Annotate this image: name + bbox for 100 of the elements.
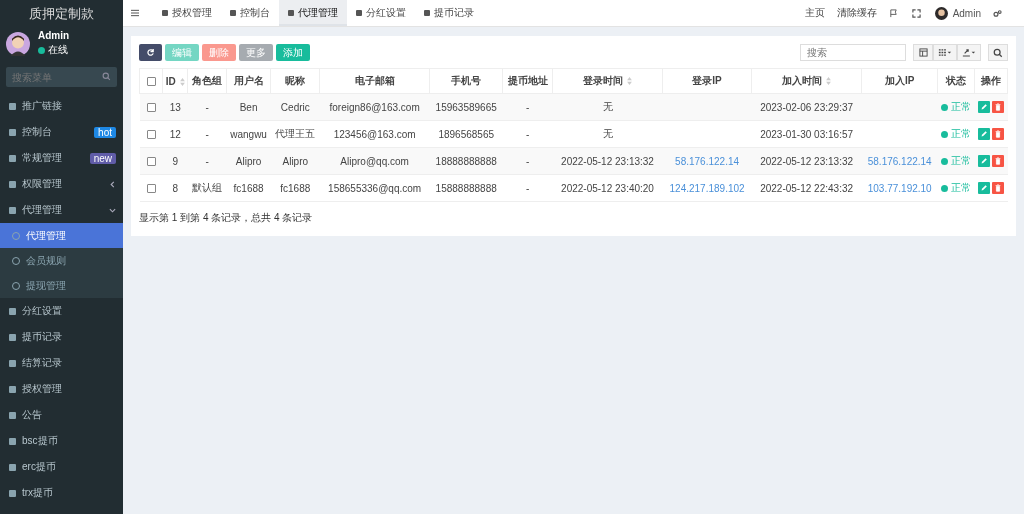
column-header[interactable]: 提币地址 xyxy=(502,68,553,94)
nav-tab[interactable]: 授权管理 xyxy=(153,0,221,26)
refresh-button[interactable] xyxy=(139,44,162,61)
sidebar-item[interactable]: 控制台 hot xyxy=(0,119,123,145)
table-cell: wangwu xyxy=(230,128,267,140)
columns-button[interactable] xyxy=(933,44,957,61)
table-cell: 代理王五 xyxy=(275,128,316,139)
table-cell: 无 xyxy=(602,101,613,112)
online-status: 在线 xyxy=(48,43,68,57)
avatar-icon[interactable] xyxy=(934,6,948,20)
menu-icon[interactable] xyxy=(131,9,139,17)
table-cell: 158655336@qq.com xyxy=(328,182,422,194)
table-cell: 13 xyxy=(169,101,181,113)
row-checkbox[interactable] xyxy=(146,130,156,140)
row-checkbox[interactable] xyxy=(146,157,156,167)
sidebar-item[interactable]: 代理管理 xyxy=(0,197,123,223)
sidebar-item[interactable]: erc提币 xyxy=(0,454,123,480)
table-cell: 2023-01-30 03:16:57 xyxy=(760,128,854,140)
gears-icon[interactable] xyxy=(993,8,1002,18)
column-header[interactable]: 加入IP xyxy=(861,68,938,94)
ip-link[interactable]: 124.217.189.102 xyxy=(669,182,745,194)
menu-icon xyxy=(9,307,16,315)
sidebar-item[interactable]: 常规管理 new xyxy=(0,145,123,171)
menu-icon xyxy=(9,385,16,393)
menu-icon xyxy=(9,102,16,110)
column-header[interactable]: 操作 xyxy=(974,68,1008,94)
sidebar-item[interactable]: 权限管理 xyxy=(0,171,123,197)
sidebar-item[interactable]: 推广链接 xyxy=(0,93,123,119)
table-cell: Ben xyxy=(239,101,258,113)
row-checkbox[interactable] xyxy=(146,103,156,113)
column-header[interactable]: 登录IP xyxy=(662,68,752,94)
search-field[interactable]: 搜索 xyxy=(800,44,906,61)
nav-tab[interactable]: 控制台 xyxy=(221,0,279,26)
edit-button[interactable] xyxy=(978,128,991,140)
edit-button[interactable] xyxy=(978,101,991,113)
column-header[interactable]: ID xyxy=(162,68,188,94)
sidebar-item[interactable]: trx提币 xyxy=(0,480,123,506)
top-link[interactable]: 清除缓存 xyxy=(836,6,877,20)
search-button[interactable] xyxy=(988,44,1008,61)
column-header[interactable]: 用户名 xyxy=(226,68,271,94)
select-all-checkbox[interactable] xyxy=(146,77,156,87)
sidebar-item[interactable]: 授权管理 xyxy=(0,376,123,402)
row-checkbox[interactable] xyxy=(146,184,156,194)
sidebar-subitem[interactable]: 代理管理 xyxy=(0,223,123,248)
nav-tab[interactable]: 分红设置 xyxy=(347,0,415,26)
table-cell: 默认组 xyxy=(192,182,223,193)
menu-icon xyxy=(9,154,16,162)
flag-icon[interactable] xyxy=(888,8,898,18)
export-button[interactable] xyxy=(957,44,981,61)
menu-badge: hot xyxy=(94,126,116,138)
sidebar-subitem[interactable]: 提现管理 xyxy=(0,273,123,298)
delete-button[interactable] xyxy=(992,182,1005,194)
top-link[interactable]: 主页 xyxy=(804,6,825,20)
delete-button[interactable] xyxy=(992,155,1005,167)
trash-icon xyxy=(994,157,1003,165)
status-label: 正常 xyxy=(951,100,972,114)
column-header[interactable]: 加入时间 xyxy=(751,68,862,94)
sidebar-subitem[interactable]: 会员规则 xyxy=(0,248,123,273)
table-cell: 15888888888 xyxy=(435,182,497,194)
sidebar-item[interactable]: 提币记录 xyxy=(0,324,123,350)
table-view-button[interactable] xyxy=(913,44,933,61)
table-cell: 1896568565 xyxy=(438,128,494,140)
column-header[interactable]: 角色组 xyxy=(187,68,227,94)
ip-link[interactable]: 103.77.192.10 xyxy=(867,182,932,194)
column-header[interactable]: 昵称 xyxy=(271,68,320,94)
delete-button[interactable] xyxy=(992,101,1005,113)
edit-button[interactable] xyxy=(978,182,991,194)
table-cell: - xyxy=(526,155,530,167)
sidebar-item[interactable]: 公告 xyxy=(0,402,123,428)
sidebar-item[interactable]: 分红设置 xyxy=(0,298,123,324)
avatar-icon xyxy=(6,31,30,56)
table-cell: Alipro@qq.com xyxy=(340,155,409,167)
pencil-icon xyxy=(980,130,989,138)
sidebar-item[interactable]: bsc提币 xyxy=(0,428,123,454)
table-cell: 15963589665 xyxy=(435,101,497,113)
column-header[interactable]: 状态 xyxy=(937,68,975,94)
menu-icon xyxy=(9,489,16,497)
table-cell: - xyxy=(205,101,209,113)
menu-icon xyxy=(9,359,16,367)
nav-tab[interactable]: 代理管理 xyxy=(279,0,347,26)
table-cell: 无 xyxy=(602,128,613,139)
trash-icon xyxy=(994,184,1003,192)
table-cell: 18888888888 xyxy=(435,155,497,167)
fullscreen-icon[interactable] xyxy=(911,8,921,18)
menu-icon xyxy=(9,411,16,419)
table-cell: fc1688 xyxy=(233,182,264,194)
menu-icon xyxy=(9,180,16,188)
nav-tab[interactable]: 提币记录 xyxy=(415,0,483,26)
table-cell: 123456@163.com xyxy=(333,128,416,140)
column-header[interactable]: 电子邮箱 xyxy=(319,68,430,94)
delete-button[interactable] xyxy=(992,128,1005,140)
column-header[interactable]: 手机号 xyxy=(429,68,503,94)
sidebar-item[interactable]: 结算记录 xyxy=(0,350,123,376)
user-name[interactable]: Admin xyxy=(952,7,981,19)
table-cell: fc1688 xyxy=(280,182,311,194)
edit-button[interactable] xyxy=(978,155,991,167)
online-dot-icon xyxy=(38,46,45,54)
table-cell: 2022-05-12 23:40:20 xyxy=(561,182,654,194)
column-header[interactable]: 登录时间 xyxy=(552,68,663,94)
table-cell: - xyxy=(526,182,530,194)
